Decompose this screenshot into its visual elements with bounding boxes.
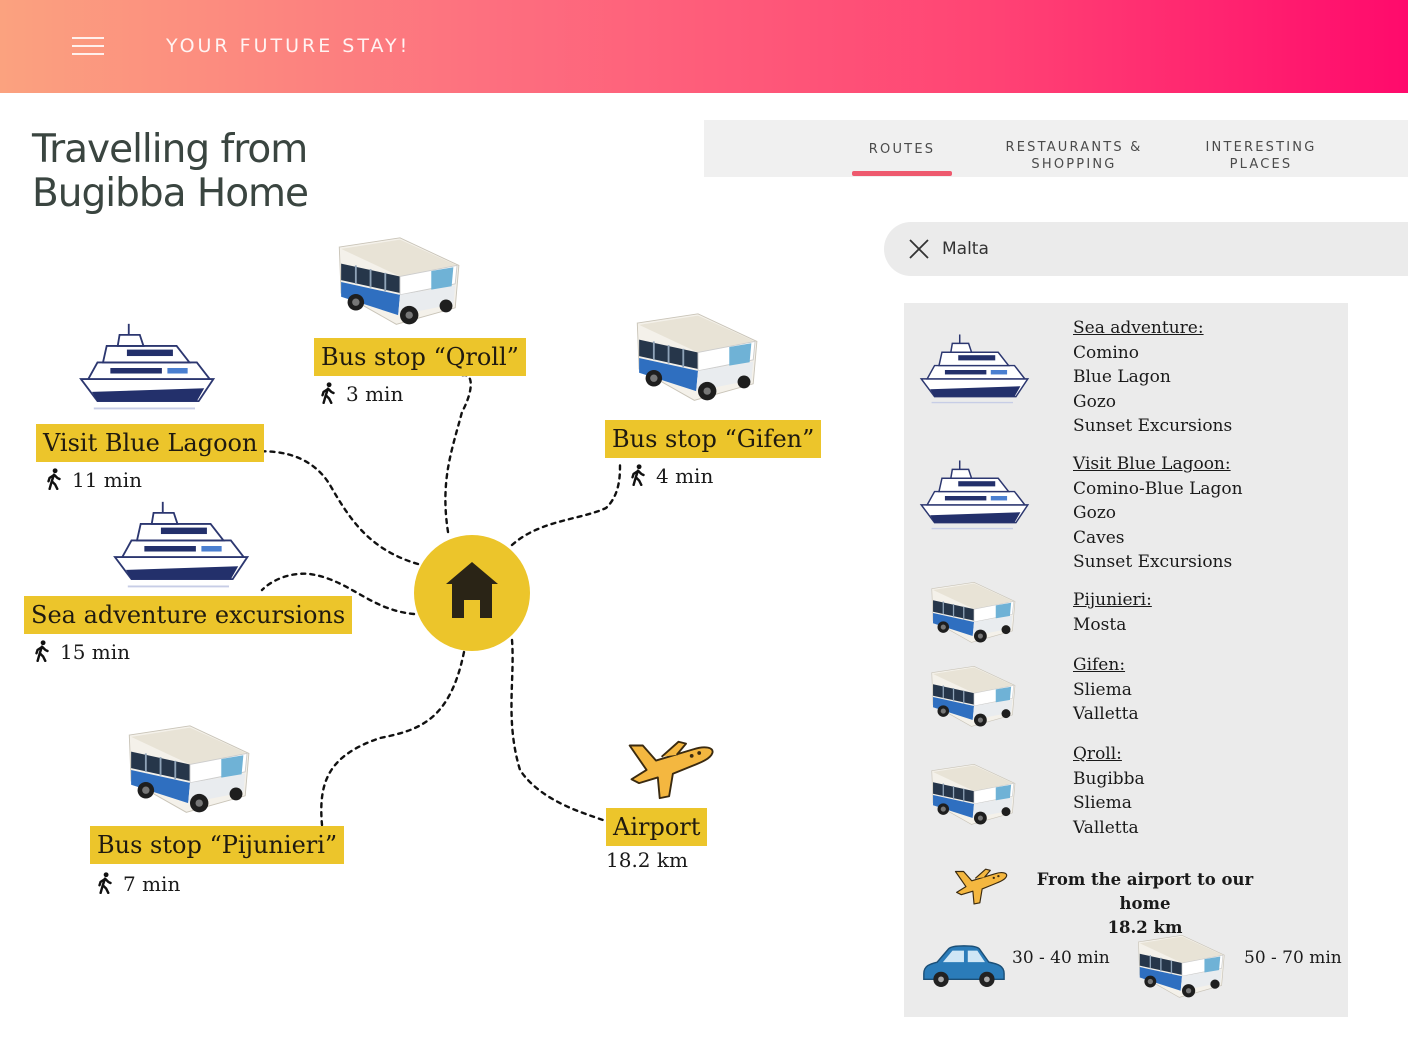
bus-icon <box>926 665 1022 729</box>
walking-icon <box>34 640 50 662</box>
bus-icon <box>630 312 766 404</box>
walking-icon <box>630 464 646 486</box>
walking-icon <box>97 872 113 894</box>
ship-icon <box>74 322 224 414</box>
active-tab-indicator <box>852 171 952 176</box>
bus-icon <box>332 236 468 328</box>
sea-adventure-walk-time: 15 min <box>34 640 130 664</box>
tab-interesting-places[interactable]: INTERESTING PLACES <box>1186 120 1336 177</box>
tab-bar: ROUTES RESTAURANTS & SHOPPING INTERESTIN… <box>704 120 1408 177</box>
car-travel-time: 30 - 40 min <box>1012 948 1110 968</box>
sea-adventure-entry: Sea adventure: Comino Blue Lagon Gozo Su… <box>1073 318 1233 436</box>
pijunieri-label[interactable]: Bus stop “Pijunieri” <box>90 826 345 864</box>
ship-icon <box>916 459 1036 533</box>
path-blue-lagoon <box>248 450 420 566</box>
blue-lagoon-walk-time: 11 min <box>46 468 142 492</box>
blue-lagoon-entry: Visit Blue Lagoon: Comino-Blue Lagon Goz… <box>1073 454 1243 572</box>
airport-label[interactable]: Airport <box>606 808 708 846</box>
car-icon <box>920 940 1006 990</box>
top-bar: YOUR FUTURE STAY! <box>0 0 1408 93</box>
blue-lagoon-label[interactable]: Visit Blue Lagoon <box>36 424 265 462</box>
path-airport <box>510 638 605 822</box>
gifen-entry: Gifen: Sliema Valletta <box>1073 655 1139 724</box>
airport-route-info: From the airport to our home 18.2 km <box>1036 870 1254 937</box>
tab-restaurants-shopping[interactable]: RESTAURANTS & SHOPPING <box>994 120 1154 177</box>
path-qroll <box>444 373 472 534</box>
pijunieri-entry: Pijunieri: Mosta <box>1073 590 1152 635</box>
hamburger-menu-icon[interactable] <box>72 37 104 57</box>
airplane-icon <box>952 865 1010 907</box>
bus-icon <box>122 724 258 816</box>
bus-travel-time: 50 - 70 min <box>1244 948 1342 968</box>
ship-icon <box>108 500 258 592</box>
search-bar <box>884 222 1408 276</box>
airplane-icon <box>624 736 718 802</box>
gifen-label[interactable]: Bus stop “Gifen” <box>605 420 822 458</box>
tab-routes[interactable]: ROUTES <box>852 120 952 177</box>
sea-adventure-label[interactable]: Sea adventure excursions <box>24 596 353 634</box>
path-pijunieri <box>320 650 466 827</box>
pijunieri-walk-time: 7 min <box>97 872 180 896</box>
search-input[interactable] <box>942 234 1362 264</box>
gifen-walk-time: 4 min <box>630 464 713 488</box>
airport-distance: 18.2 km <box>606 848 688 872</box>
bus-icon <box>926 581 1022 645</box>
qroll-walk-time: 3 min <box>320 382 403 406</box>
path-gifen <box>510 463 622 547</box>
clear-search-icon[interactable] <box>908 238 930 260</box>
bus-icon <box>926 763 1022 827</box>
qroll-label[interactable]: Bus stop “Qroll” <box>314 338 526 376</box>
qroll-entry: Qroll: Bugibba Sliema Valletta <box>1073 744 1145 838</box>
walking-icon <box>320 382 336 404</box>
bus-icon <box>1132 934 1232 1000</box>
ship-icon <box>916 333 1036 407</box>
walking-icon <box>46 468 62 490</box>
brand-title[interactable]: YOUR FUTURE STAY! <box>166 35 410 57</box>
routes-map: Bus stop “Qroll” 3 min Bus stop “Gifen” … <box>0 200 880 960</box>
